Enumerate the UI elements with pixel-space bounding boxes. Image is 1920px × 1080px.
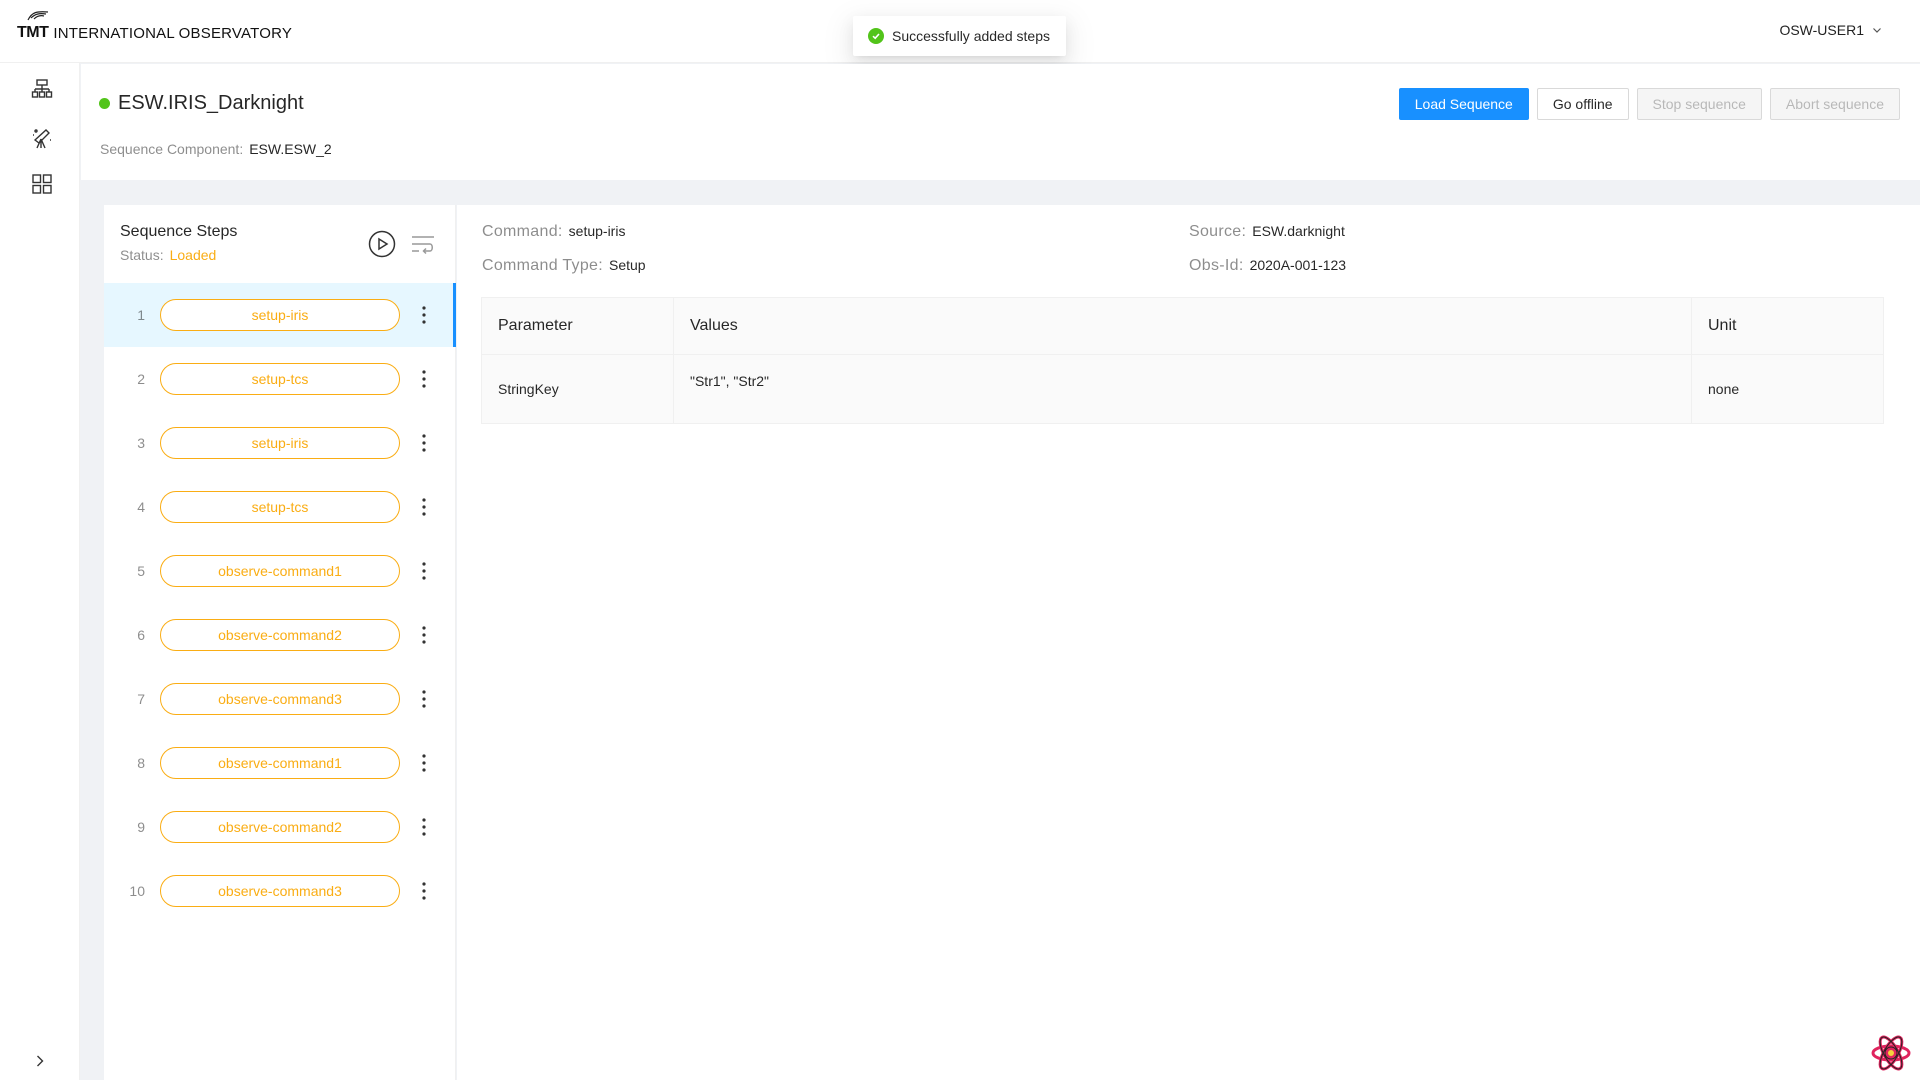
side-nav (0, 63, 80, 1080)
table-row: StringKey "Str1", "Str2" none (481, 354, 1884, 424)
step-command-tag[interactable]: observe-command2 (160, 619, 400, 651)
step-command-tag[interactable]: observe-command3 (160, 683, 400, 715)
column-header-values: Values (673, 297, 1692, 355)
more-vertical-icon[interactable] (412, 623, 436, 647)
step-command-tag[interactable]: observe-command2 (160, 811, 400, 843)
more-vertical-icon[interactable] (412, 431, 436, 455)
sequence-component-value: ESW.ESW_2 (249, 141, 332, 157)
source-field: Source: ESW.darknight (1189, 223, 1345, 241)
step-list: 1 setup-iris 2 setup-tcs 3 setup-iris 4 … (104, 283, 456, 923)
sequence-steps-panel: Sequence Steps Status: Loaded 1 setup-iri… (104, 205, 456, 1080)
step-command-tag[interactable]: setup-tcs (160, 491, 400, 523)
chevron-right-icon[interactable] (33, 1054, 47, 1068)
step-number: 4 (137, 499, 145, 515)
step-command-tag[interactable]: setup-iris (160, 427, 400, 459)
user-menu[interactable]: OSW-USER1 (1779, 22, 1882, 38)
wrap-lines-icon[interactable] (411, 234, 435, 256)
check-circle-icon (868, 28, 884, 44)
logo-bird-icon (27, 11, 49, 21)
values-cell: "Str1", "Str2" (673, 354, 1692, 424)
column-header-unit: Unit (1691, 297, 1884, 355)
more-vertical-icon[interactable] (412, 687, 436, 711)
toast-message: Successfully added steps (892, 28, 1050, 44)
sequence-component-label: Sequence Component: (100, 141, 244, 157)
column-header-parameter: Parameter (481, 297, 674, 355)
stop-sequence-button[interactable]: Stop sequence (1636, 88, 1762, 120)
command-type-field: Command Type: Setup (482, 257, 646, 275)
parameter-cell: StringKey (481, 354, 674, 424)
command-label: Command: (482, 223, 563, 240)
step-row[interactable]: 1 setup-iris (104, 283, 456, 347)
step-row[interactable]: 8 observe-command1 (104, 731, 456, 795)
steps-status-label: Status: (120, 247, 164, 263)
more-vertical-icon[interactable] (412, 879, 436, 903)
appstore-icon[interactable] (30, 172, 54, 196)
tmt-logo[interactable]: TMT INTERNATIONAL OBSERVATORY (17, 11, 293, 42)
step-number: 9 (137, 819, 145, 835)
telescope-icon[interactable] (30, 126, 54, 150)
page-header: ESW.IRIS_Darknight Sequence Component: ES… (81, 64, 1920, 180)
step-number: 8 (137, 755, 145, 771)
step-number: 6 (137, 627, 145, 643)
step-number: 5 (137, 563, 145, 579)
more-vertical-icon[interactable] (412, 367, 436, 391)
command-type-label: Command Type: (482, 257, 603, 274)
title-row: ESW.IRIS_Darknight (99, 92, 304, 115)
obsid-label: Obs-Id: (1189, 257, 1244, 274)
success-toast: Successfully added steps (853, 16, 1066, 56)
step-command-tag[interactable]: observe-command1 (160, 747, 400, 779)
unit-cell: none (1691, 354, 1884, 424)
user-name: OSW-USER1 (1779, 22, 1864, 38)
step-number: 10 (129, 883, 145, 899)
online-status-dot (99, 98, 110, 109)
logo-text: INTERNATIONAL OBSERVATORY (53, 25, 293, 42)
more-vertical-icon[interactable] (412, 815, 436, 839)
step-number: 1 (137, 307, 145, 323)
step-command-tag[interactable]: observe-command3 (160, 875, 400, 907)
step-row[interactable]: 10 observe-command3 (104, 859, 456, 923)
more-vertical-icon[interactable] (412, 751, 436, 775)
steps-status: Status: Loaded (120, 247, 216, 263)
chevron-down-icon (1873, 28, 1881, 33)
step-number: 3 (137, 435, 145, 451)
step-number: 2 (137, 371, 145, 387)
step-command-tag[interactable]: observe-command1 (160, 555, 400, 587)
page-title: ESW.IRIS_Darknight (118, 92, 304, 114)
table-header-row: Parameter Values Unit (481, 297, 1884, 355)
logo-mark: TMT (17, 11, 49, 42)
step-row[interactable]: 5 observe-command1 (104, 539, 456, 603)
step-command-tag[interactable]: setup-tcs (160, 363, 400, 395)
step-row[interactable]: 3 setup-iris (104, 411, 456, 475)
step-row[interactable]: 9 observe-command2 (104, 795, 456, 859)
command-field: Command: setup-iris (482, 223, 625, 241)
cluster-icon[interactable] (30, 77, 54, 101)
more-vertical-icon[interactable] (412, 559, 436, 583)
steps-status-value: Loaded (169, 247, 217, 263)
step-row[interactable]: 2 setup-tcs (104, 347, 456, 411)
step-row[interactable]: 4 setup-tcs (104, 475, 456, 539)
step-row[interactable]: 6 observe-command2 (104, 603, 456, 667)
steps-title: Sequence Steps (120, 223, 238, 240)
step-command-tag[interactable]: setup-iris (160, 299, 400, 331)
sequence-component: Sequence Component: ESW.ESW_2 (100, 141, 332, 157)
load-sequence-button[interactable]: Load Sequence (1398, 88, 1529, 120)
go-offline-button[interactable]: Go offline (1536, 88, 1629, 120)
step-row[interactable]: 7 observe-command3 (104, 667, 456, 731)
step-details-panel: Command: setup-iris Command Type: Setup … (457, 205, 1920, 1080)
source-value: ESW.darknight (1252, 223, 1345, 239)
react-devtools-icon[interactable] (1871, 1034, 1911, 1072)
command-type-value: Setup (609, 257, 646, 273)
header-actions: Load Sequence Go offline Stop sequence A… (1398, 88, 1900, 120)
command-value: setup-iris (568, 223, 626, 239)
obsid-value: 2020A-001-123 (1249, 257, 1347, 273)
obsid-field: Obs-Id: 2020A-001-123 (1189, 257, 1346, 275)
source-label: Source: (1189, 223, 1247, 240)
abort-sequence-button[interactable]: Abort sequence (1769, 88, 1900, 120)
more-vertical-icon[interactable] (412, 303, 436, 327)
more-vertical-icon[interactable] (412, 495, 436, 519)
parameters-table: Parameter Values Unit StringKey "Str1", … (481, 297, 1884, 424)
play-circle-icon[interactable] (368, 230, 396, 258)
step-number: 7 (137, 691, 145, 707)
